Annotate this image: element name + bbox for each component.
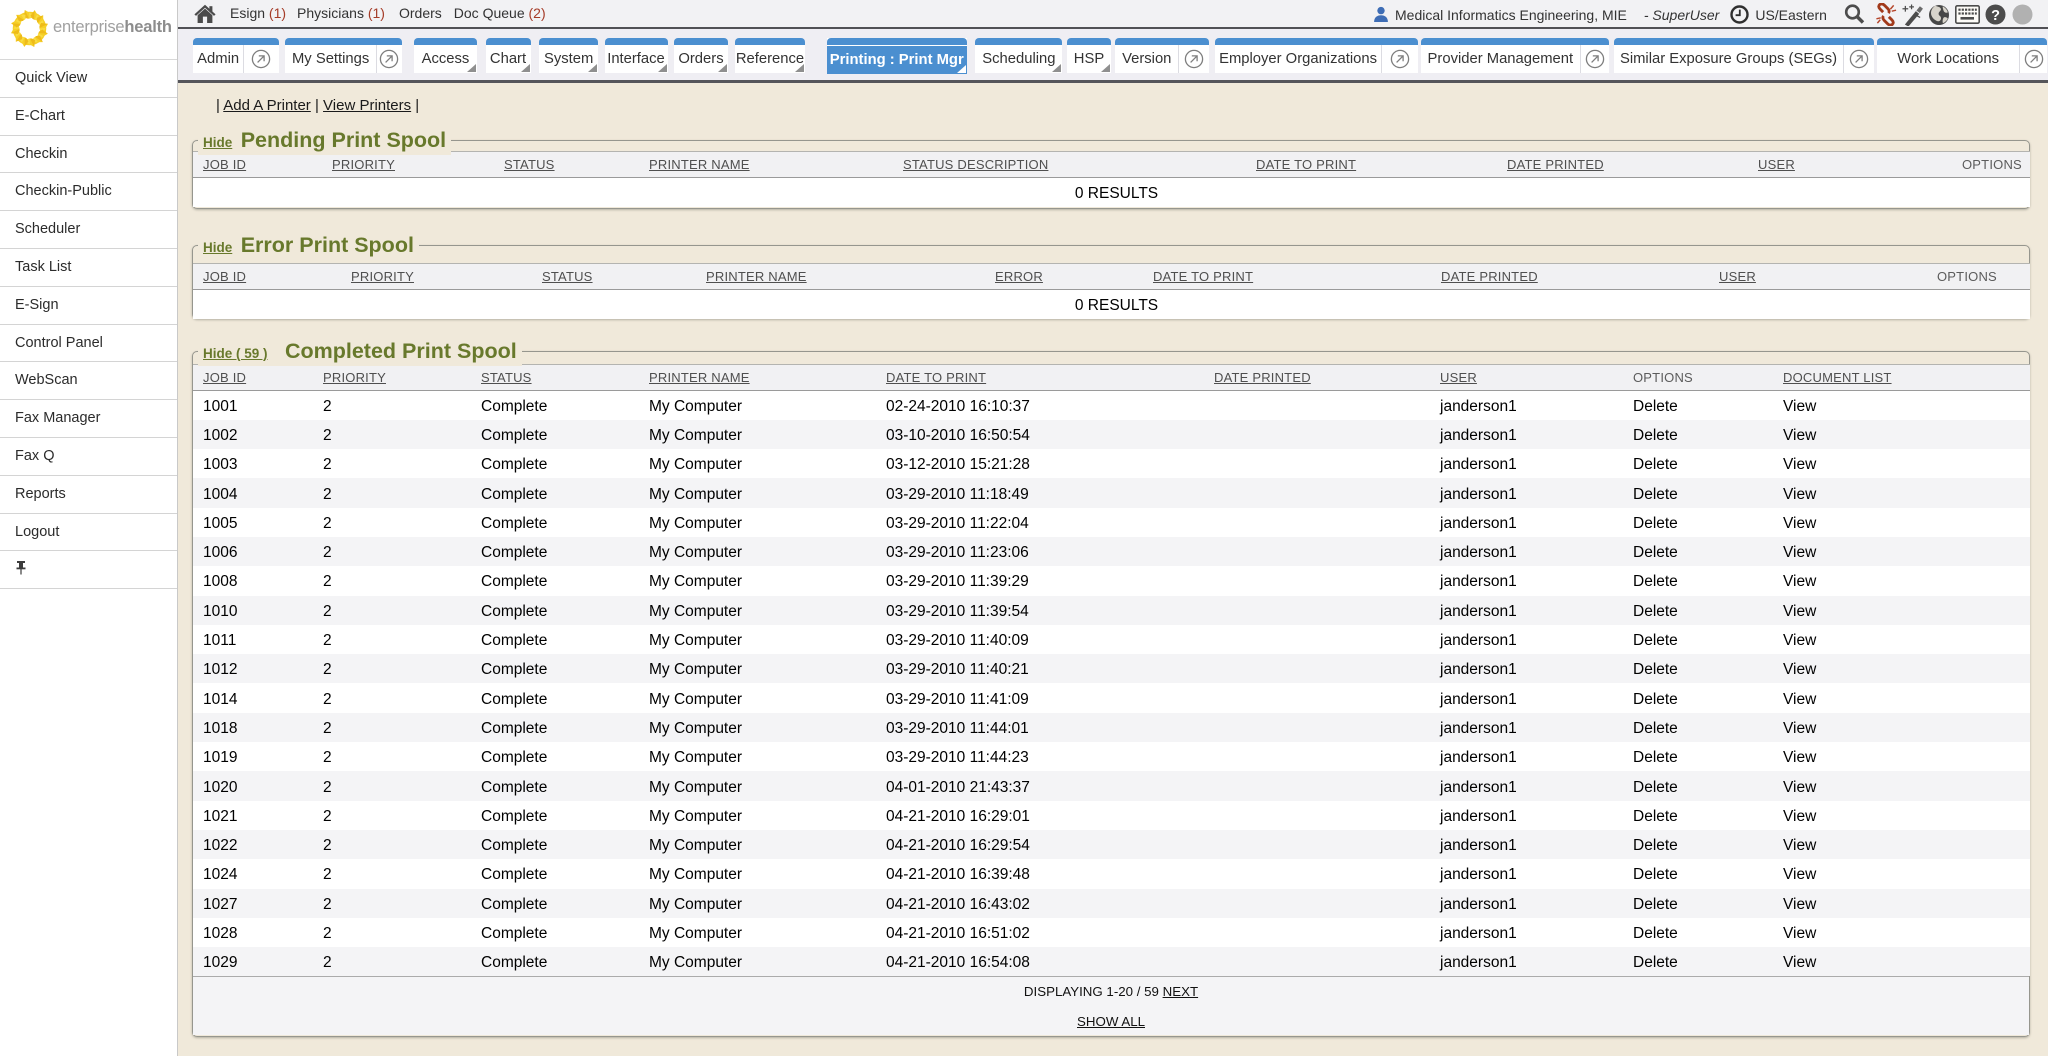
svg-text:?: ? [1991, 8, 2000, 24]
